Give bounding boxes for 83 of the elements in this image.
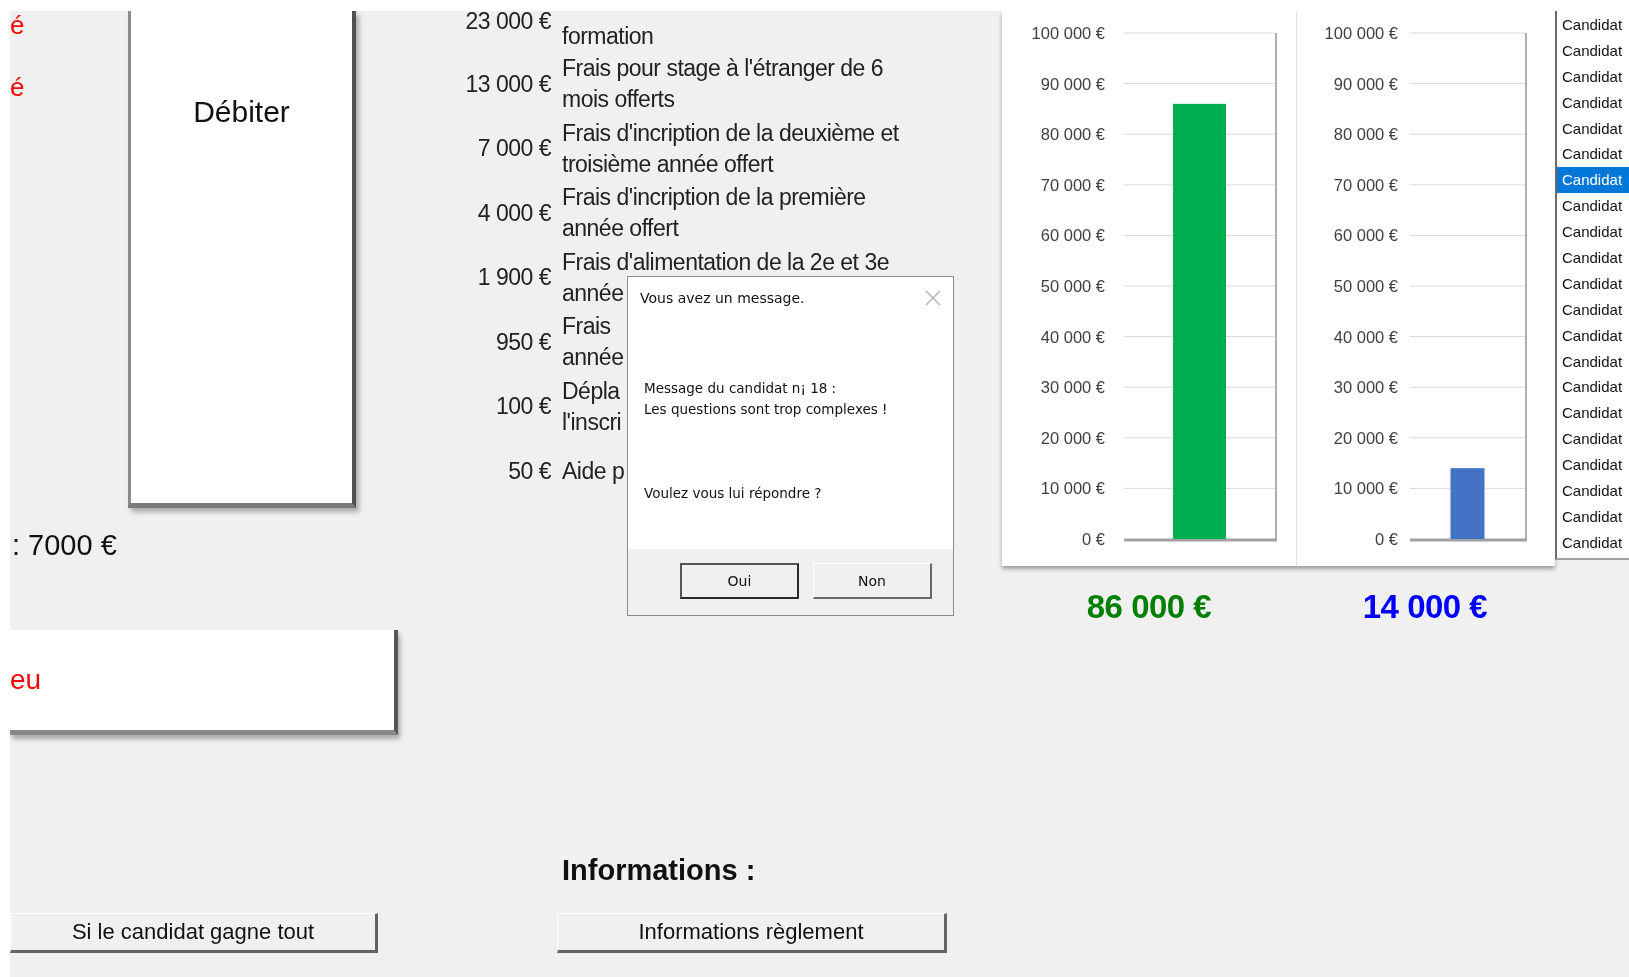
prize-amount: 13 000 €: [465, 70, 551, 98]
partial-label-button[interactable]: eu: [10, 630, 398, 735]
axis-tick-label: 40 000 €: [1040, 327, 1105, 346]
prize-description: Frais d'incription de la première: [562, 183, 866, 213]
candidate-list-item[interactable]: Candidat: [1557, 141, 1629, 168]
candidate-list-item[interactable]: Candidat: [1557, 296, 1629, 323]
prize-amount: 100 €: [495, 393, 551, 421]
candidate-list-item[interactable]: Candidat: [1557, 245, 1629, 271]
candidate-list-item[interactable]: Candidat: [1557, 12, 1629, 38]
prize-amount: 23 000 €: [465, 11, 551, 31]
candidate-list-item[interactable]: Candidat: [1557, 374, 1629, 401]
prize-amount: 950 €: [495, 328, 551, 356]
axis-tick-label: 10 000 €: [1333, 479, 1398, 498]
message-text: Les questions sont trop complexes !: [644, 400, 889, 419]
candidate-list-item[interactable]: Candidat: [1557, 63, 1629, 90]
letter-text: é: [10, 73, 25, 101]
candidate-list-item[interactable]: Candidat: [1557, 219, 1629, 245]
letter-text: é: [10, 11, 25, 39]
axis-tick-label: 50 000 €: [1040, 277, 1105, 295]
prize-description: année: [562, 278, 624, 308]
chart-bar: [1450, 468, 1485, 539]
axis-tick-label: 60 000 €: [1040, 226, 1105, 245]
total-amount: 14 000 €: [1362, 588, 1488, 626]
candidate-list-item[interactable]: Candidat: [1557, 426, 1629, 453]
axis-tick-label: 90 000 €: [1040, 74, 1105, 93]
win-all-button[interactable]: Si le candidat gagne tout: [10, 913, 378, 953]
dialog-button[interactable]: Oui: [680, 563, 799, 599]
axis-tick-label: 100 000 €: [1324, 24, 1398, 42]
axis-tick-label: 10 000 €: [1040, 479, 1105, 498]
prize-amount: 7 000 €: [477, 135, 551, 163]
question-text: Voulez vous lui répondre ?: [644, 485, 823, 501]
candidate-list-item[interactable]: Candidat: [1557, 348, 1629, 375]
prize-amount: 4 000 €: [477, 199, 551, 227]
axis-tick-label: 40 000 €: [1333, 327, 1398, 346]
prize-description: l'inscri: [562, 407, 622, 437]
axis-tick-label: 0 €: [1082, 530, 1105, 548]
debit-button[interactable]: Débiter: [128, 11, 356, 508]
candidate-list-item[interactable]: Candidat: [1557, 529, 1629, 556]
candidate-list-item[interactable]: Candidat: [1557, 400, 1629, 427]
total-amount: 86 000 €: [1086, 588, 1212, 626]
candidate-list-item[interactable]: Candidat: [1557, 37, 1629, 64]
prize-description: Aide p: [562, 456, 625, 486]
candidate-list-item[interactable]: Candidat: [1557, 89, 1629, 116]
axis-tick-label: 80 000 €: [1040, 125, 1105, 144]
candidate-list-item[interactable]: Candidat: [1557, 322, 1629, 349]
axis-tick-label: 50 000 €: [1333, 277, 1398, 295]
prize-description: année: [562, 343, 624, 373]
axis-tick-label: 0 €: [1375, 530, 1398, 548]
prize-description: formation: [562, 22, 654, 51]
axis-tick-label: 20 000 €: [1040, 428, 1105, 447]
axis-tick-label: 90 000 €: [1333, 74, 1398, 93]
dialog-title: Vous avez un message.: [640, 290, 805, 306]
prize-description: Frais d'incription de la deuxième et: [562, 118, 899, 148]
prize-description: année offert: [562, 214, 679, 244]
candidate-list-item[interactable]: Candidat: [1557, 167, 1629, 194]
prize-description: Frais: [562, 312, 611, 342]
axis-tick-label: 70 000 €: [1333, 175, 1398, 194]
axis-tick-label: 30 000 €: [1040, 378, 1105, 397]
axis-tick-label: 60 000 €: [1333, 226, 1398, 245]
prize-description: troisième année offert: [562, 149, 774, 179]
candidate-list-item[interactable]: Candidat: [1557, 270, 1629, 297]
candidate-list-item[interactable]: Candidat: [1557, 452, 1629, 479]
candidate-list-item[interactable]: Candidat: [1557, 115, 1629, 142]
rules-button[interactable]: Informations règlement: [557, 913, 947, 953]
candidate-list-item[interactable]: Candidat: [1557, 503, 1629, 530]
axis-tick-label: 80 000 €: [1333, 125, 1398, 144]
axis-tick-label: 20 000 €: [1333, 428, 1398, 447]
prize-amount: 1 900 €: [477, 264, 551, 292]
section-heading: Informations :: [562, 854, 756, 887]
axis-tick-label: 70 000 €: [1040, 175, 1105, 194]
prize-description: Frais pour stage à l'étranger de 6: [562, 54, 884, 84]
prize-description: Frais d'alimentation de la 2e et 3e: [562, 247, 889, 277]
message-text: Message du candidat n¡ 18 :: [644, 379, 838, 398]
amount-label: : 7000 €: [11, 528, 117, 562]
prize-amount: 50 €: [508, 457, 551, 485]
candidate-list-item[interactable]: Candidat: [1557, 478, 1629, 504]
candidate-list-item[interactable]: Candidat: [1557, 193, 1629, 220]
dialog-button[interactable]: Non: [813, 563, 932, 599]
close-icon[interactable]: [925, 290, 941, 306]
prize-description: Dépla: [562, 376, 620, 406]
prize-description: mois offerts: [562, 85, 675, 115]
axis-tick-label: 30 000 €: [1333, 378, 1398, 397]
axis-tick-label: 100 000 €: [1031, 24, 1105, 42]
